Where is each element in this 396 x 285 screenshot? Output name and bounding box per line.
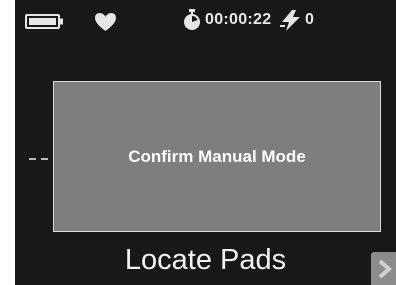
stopwatch-icon xyxy=(184,9,200,30)
heart-icon xyxy=(95,12,116,32)
lightning-bolt-icon xyxy=(280,10,300,31)
elapsed-time: 00:00:22 xyxy=(205,11,272,28)
status-bar: 00:00:22 0 xyxy=(15,0,396,42)
confirm-manual-mode-dialog[interactable]: Confirm Manual Mode xyxy=(53,81,381,232)
chevron-right-icon xyxy=(378,259,392,278)
dialog-message: Confirm Manual Mode xyxy=(128,146,306,166)
shock-count: 0 xyxy=(305,11,314,28)
next-button[interactable] xyxy=(371,252,396,285)
dashed-line xyxy=(29,158,53,160)
battery-icon xyxy=(25,14,63,29)
device-screen: 00:00:22 0 Confirm Manual Mode Locate Pa… xyxy=(15,0,396,285)
prompt-text: Locate Pads xyxy=(124,244,287,276)
